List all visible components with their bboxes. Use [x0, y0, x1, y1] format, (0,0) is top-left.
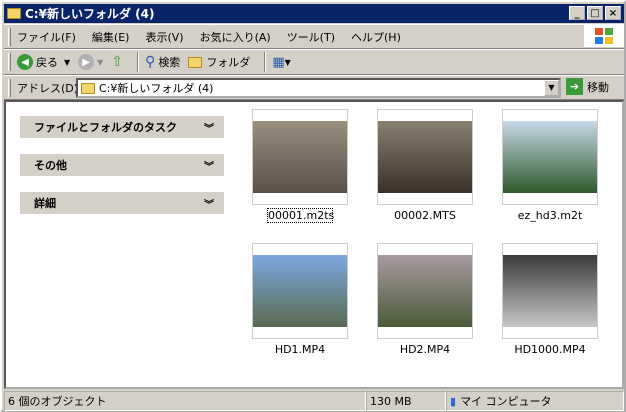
go-button[interactable]: ➔ 移動 — [566, 78, 609, 95]
location-label: マイ コンピュータ — [460, 395, 552, 408]
thumbnail-image — [503, 255, 597, 327]
thumbnail-image — [253, 121, 347, 193]
up-folder-button[interactable]: ⇧ — [111, 54, 123, 70]
address-value: C:¥新しいフォルダ (4) — [99, 82, 214, 95]
menu-help[interactable]: ヘルプ(H) — [351, 29, 401, 45]
thumbnail-image — [253, 255, 347, 327]
file-name[interactable]: HD1.MP4 — [240, 343, 360, 356]
file-name[interactable]: HD2.MP4 — [365, 343, 485, 356]
title-bar: C:¥新しいフォルダ (4) _ □ × — [4, 4, 624, 23]
chevron-down-icon: ︾ — [204, 161, 214, 173]
back-label: 戻る — [36, 56, 58, 69]
minimize-button[interactable]: _ — [569, 6, 585, 20]
file-name[interactable]: 00001.m2ts — [267, 208, 334, 223]
close-button[interactable]: × — [605, 6, 621, 20]
back-button[interactable]: ◀ 戻る ▼ — [17, 54, 70, 70]
search-icon: ⚲ — [145, 54, 156, 70]
panel-title: 詳細 — [34, 197, 56, 210]
file-thumbnail[interactable] — [252, 109, 348, 205]
forward-button[interactable]: ▶ ▼ — [78, 54, 103, 70]
chevron-down-icon: ︾ — [204, 199, 214, 211]
file-thumbnail[interactable] — [502, 243, 598, 339]
file-thumbnail[interactable] — [502, 109, 598, 205]
panel-title: ファイルとフォルダのタスク — [34, 121, 177, 134]
up-folder-icon: ⇧ — [111, 54, 124, 70]
task-panel-other[interactable]: その他 ︾ — [20, 154, 224, 176]
folders-label: フォルダ — [206, 56, 251, 69]
back-arrow-icon: ◀ — [17, 54, 33, 70]
task-panel-file-folder[interactable]: ファイルとフォルダのタスク ︾ — [20, 116, 224, 138]
folder-icon — [81, 82, 95, 94]
search-button[interactable]: ⚲ 検索 — [145, 54, 180, 70]
explorer-window: C:¥新しいフォルダ (4) _ □ × ファイル(F) 編集(E) 表示(V)… — [0, 0, 626, 412]
folder-icon — [188, 56, 203, 68]
file-name[interactable]: 00002.MTS — [365, 209, 485, 222]
status-size: 130 MB — [366, 391, 446, 411]
status-object-count: 6 個のオブジェクト — [4, 391, 366, 411]
address-label: アドレス(D) — [17, 81, 79, 95]
address-input[interactable]: C:¥新しいフォルダ (4) ▼ — [76, 78, 561, 98]
file-name[interactable]: ez_hd3.m2t — [490, 209, 610, 222]
status-bar: 6 個のオブジェクト 130 MB ▮ マイ コンピュータ — [4, 390, 624, 412]
file-thumbnail[interactable] — [252, 243, 348, 339]
computer-icon: ▮ — [450, 394, 457, 408]
thumbnail-image — [378, 121, 472, 193]
standard-toolbar: ◀ 戻る ▼ ▶ ▼ ⇧ ⚲ 検索 フォルダ ▦ ▼ — [4, 49, 624, 75]
window-title: C:¥新しいフォルダ (4) — [25, 7, 155, 21]
thumbnail-image — [503, 121, 597, 193]
chevron-down-icon: ︾ — [204, 123, 214, 135]
thumbnail-image — [378, 255, 472, 327]
menu-view[interactable]: 表示(V) — [145, 29, 183, 45]
file-thumbnail[interactable] — [377, 109, 473, 205]
folder-icon — [7, 8, 21, 19]
windows-logo-icon — [584, 25, 624, 47]
file-view: ファイルとフォルダのタスク ︾ その他 ︾ 詳細 ︾ 00001.m2ts 00002.… — [4, 100, 624, 389]
forward-arrow-icon: ▶ — [78, 54, 95, 70]
status-location: ▮ マイ コンピュータ — [446, 391, 624, 411]
go-label: 移動 — [587, 80, 609, 94]
file-thumbnail[interactable] — [377, 243, 473, 339]
menu-file[interactable]: ファイル(F) — [17, 29, 76, 45]
go-arrow-icon: ➔ — [566, 78, 583, 95]
menu-bar: ファイル(F) 編集(E) 表示(V) お気に入り(A) ツール(T) ヘルプ(… — [4, 24, 624, 49]
file-name[interactable]: HD1000.MP4 — [490, 343, 610, 356]
views-icon: ▦ — [272, 54, 285, 70]
address-dropdown-button[interactable]: ▼ — [544, 80, 559, 96]
menu-favorites[interactable]: お気に入り(A) — [200, 29, 271, 45]
address-bar: アドレス(D) C:¥新しいフォルダ (4) ▼ ➔ 移動 — [4, 75, 624, 100]
menu-tools[interactable]: ツール(T) — [287, 29, 335, 45]
search-label: 検索 — [158, 56, 181, 69]
panel-title: その他 — [34, 159, 67, 172]
views-button[interactable]: ▦ ▼ — [272, 55, 290, 70]
menu-edit[interactable]: 編集(E) — [92, 29, 130, 45]
task-panel-details[interactable]: 詳細 ︾ — [20, 192, 224, 214]
folders-button[interactable]: フォルダ — [188, 54, 250, 70]
maximize-button[interactable]: □ — [587, 6, 603, 20]
